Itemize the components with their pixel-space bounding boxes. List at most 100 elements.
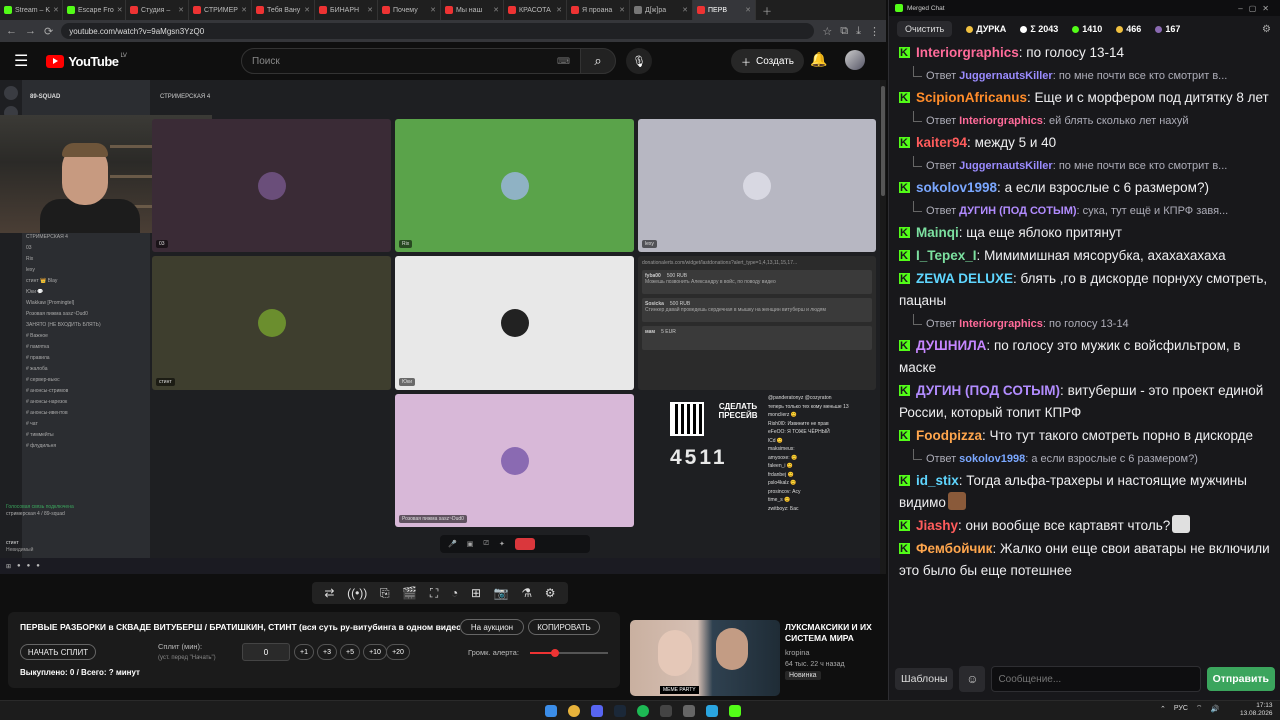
chat-username[interactable]: ZEWA DELUXE bbox=[916, 271, 1013, 286]
voice-participant-tile[interactable]: стинт bbox=[152, 256, 391, 390]
chat-username[interactable]: ScipionAfricanus bbox=[916, 90, 1027, 105]
channel-item[interactable]: Розовая пижма sasz~Dud0 bbox=[26, 309, 150, 320]
channel-item[interactable]: # правила bbox=[26, 353, 150, 364]
channel-item[interactable]: Wlakkaw [Promingtel] bbox=[26, 298, 150, 309]
activity-icon[interactable]: ✦ bbox=[499, 540, 505, 548]
recommended-channel[interactable]: kropina bbox=[785, 648, 810, 657]
increment-button[interactable]: +10 bbox=[363, 644, 387, 660]
channel-item[interactable]: Юки 💬 bbox=[26, 287, 150, 298]
send-button[interactable]: Отправить bbox=[1206, 667, 1275, 691]
spotify-icon[interactable] bbox=[637, 705, 649, 717]
channel-item[interactable]: стинт 👑 Blay bbox=[26, 276, 150, 287]
chat-username[interactable]: Interiorgraphics bbox=[916, 45, 1019, 60]
browser-tab[interactable]: Escape Fro ✕ bbox=[63, 0, 126, 20]
voice-participant-tile[interactable]: 03 bbox=[152, 119, 391, 252]
speed-icon[interactable]: ◔ bbox=[451, 586, 458, 600]
close-icon[interactable]: ✕ bbox=[367, 6, 373, 14]
voice-participant-tile[interactable]: Розовая пижма sasz~Dud0 bbox=[395, 394, 634, 527]
screen-share-icon[interactable]: ⎚ bbox=[483, 540, 489, 548]
search-input[interactable]: Поиск ⌨ bbox=[241, 48, 581, 74]
channel-item[interactable]: # сервер-вьюс bbox=[26, 375, 150, 386]
extensions-icon[interactable]: ⧉ bbox=[840, 25, 848, 38]
message-input[interactable] bbox=[991, 666, 1201, 692]
close-icon[interactable]: ✕ bbox=[178, 6, 184, 14]
start-icon[interactable] bbox=[545, 705, 557, 717]
browser-tab[interactable]: СТРИМЕР ✕ bbox=[189, 0, 252, 20]
chat-username[interactable]: Фембойчик bbox=[916, 541, 992, 556]
close-icon[interactable]: ✕ bbox=[745, 6, 751, 14]
browser-tab[interactable]: Я проана ✕ bbox=[567, 0, 630, 20]
recommended-video[interactable]: МЕМЕ PARTY ЛУКСМАКСИКИ И ИХ СИСТЕМА МИРА… bbox=[630, 620, 880, 696]
alert-volume-slider[interactable] bbox=[530, 649, 608, 657]
window-controls[interactable]: –▢✕ bbox=[1238, 4, 1280, 13]
browser-tab[interactable]: Д[ж]ра ✕ bbox=[630, 0, 693, 20]
url-field[interactable]: youtube.com/watch?v=9aMgsn3YzQ0 bbox=[61, 23, 815, 39]
channel-item[interactable]: # флудильня bbox=[26, 441, 150, 452]
chat-username[interactable]: sokolov1998 bbox=[916, 180, 997, 195]
voice-participant-tile[interactable]: Rix bbox=[395, 119, 634, 252]
back-icon[interactable]: ← bbox=[6, 25, 17, 37]
channel-item[interactable]: 03 bbox=[26, 243, 150, 254]
network-icon[interactable]: ⌔ bbox=[1196, 704, 1203, 713]
app-icon[interactable] bbox=[683, 705, 695, 717]
create-button[interactable]: ＋ Создать bbox=[731, 49, 805, 73]
chat-username[interactable]: I_Tepex_I bbox=[916, 248, 977, 263]
chrome-icon[interactable] bbox=[568, 705, 580, 717]
browser-tab[interactable]: БИНАРН ✕ bbox=[315, 0, 378, 20]
browser-tab[interactable]: Мы наш ✕ bbox=[441, 0, 504, 20]
microphone-icon[interactable]: 🎤 bbox=[448, 540, 457, 548]
flask-icon[interactable]: ⚗ bbox=[521, 586, 532, 600]
increment-button[interactable]: +5 bbox=[340, 644, 360, 660]
hamburger-menu-icon[interactable]: ☰ bbox=[14, 51, 28, 71]
scrollbar-thumb[interactable] bbox=[881, 86, 885, 196]
clear-button[interactable]: Очистить bbox=[897, 21, 953, 37]
close-icon[interactable]: ✕ bbox=[682, 6, 688, 14]
bookmark-icon[interactable]: ☆ bbox=[822, 25, 832, 38]
increment-button[interactable]: +20 bbox=[386, 644, 410, 660]
volume-icon[interactable]: 🔊 bbox=[1211, 705, 1220, 713]
increment-button[interactable]: +3 bbox=[317, 644, 337, 660]
camera-icon[interactable]: ▣ bbox=[467, 540, 474, 548]
close-icon[interactable]: ✕ bbox=[53, 6, 59, 14]
split-minutes-input[interactable]: 0 bbox=[242, 643, 290, 661]
channel-item[interactable]: lexy bbox=[26, 265, 150, 276]
browser-tab[interactable]: Студия – ✕ bbox=[126, 0, 189, 20]
channel-item[interactable]: # тиммейты bbox=[26, 430, 150, 441]
auction-button[interactable]: На аукцион bbox=[460, 619, 524, 635]
telegram-icon[interactable] bbox=[706, 705, 718, 717]
alert-volume-knob[interactable] bbox=[550, 649, 559, 657]
channel-item[interactable]: # анонсы-стримов bbox=[26, 386, 150, 397]
close-icon[interactable]: ✕ bbox=[304, 6, 310, 14]
kick-icon[interactable] bbox=[729, 705, 741, 717]
close-icon[interactable]: ✕ bbox=[619, 6, 625, 14]
recommended-title[interactable]: ЛУКСМАКСИКИ И ИХ СИСТЕМА МИРА bbox=[785, 622, 880, 644]
new-tab-icon[interactable]: ＋ bbox=[762, 3, 772, 18]
browser-tab[interactable]: Тебя Вану ✕ bbox=[252, 0, 315, 20]
reply-username[interactable]: Interiorgraphics bbox=[959, 318, 1043, 330]
audio-icon[interactable]: ((•)) bbox=[347, 586, 367, 600]
camera-icon[interactable]: 📷 bbox=[494, 586, 509, 600]
close-icon[interactable]: ✕ bbox=[241, 6, 247, 14]
recommended-thumbnail[interactable]: МЕМЕ PARTY bbox=[630, 620, 780, 696]
settings-gear-icon[interactable]: ⚙ bbox=[545, 586, 556, 600]
reload-icon[interactable]: ⟳ bbox=[44, 25, 53, 38]
frame-icon[interactable]: ⛶ bbox=[430, 586, 438, 601]
menu-dots-icon[interactable]: ⋮ bbox=[869, 25, 880, 38]
reply-username[interactable]: Interiorgraphics bbox=[959, 115, 1043, 127]
channel-item[interactable]: СТРИМЕРСКАЯ 4 bbox=[26, 232, 150, 243]
chat-username[interactable]: id_stix bbox=[916, 473, 959, 488]
close-icon[interactable]: ✕ bbox=[117, 6, 123, 14]
channel-item[interactable]: # анонсы-нарезок bbox=[26, 397, 150, 408]
chat-username[interactable]: ДУГИН (ПОД СОТЫМ) bbox=[916, 383, 1060, 398]
channel-item[interactable]: ЗАНЯТО (НЕ ВХОДИТЬ БЛЯТЬ) bbox=[26, 320, 150, 331]
settings-gear-icon[interactable]: ⚙ bbox=[1262, 24, 1271, 35]
obs-icon[interactable] bbox=[660, 705, 672, 717]
film-icon[interactable]: 🎬 bbox=[402, 586, 417, 600]
reply-username[interactable]: JuggernautsKiller bbox=[959, 160, 1053, 172]
channel-item[interactable]: # памятка bbox=[26, 342, 150, 353]
download-icon[interactable]: ⤓ bbox=[856, 25, 861, 38]
voice-search-button[interactable]: 🎙 bbox=[626, 48, 652, 74]
chat-username[interactable]: kaiter94 bbox=[916, 135, 967, 150]
close-icon[interactable]: ✕ bbox=[493, 6, 499, 14]
system-clock[interactable]: 17:13 13.08.2026 bbox=[1240, 702, 1273, 718]
